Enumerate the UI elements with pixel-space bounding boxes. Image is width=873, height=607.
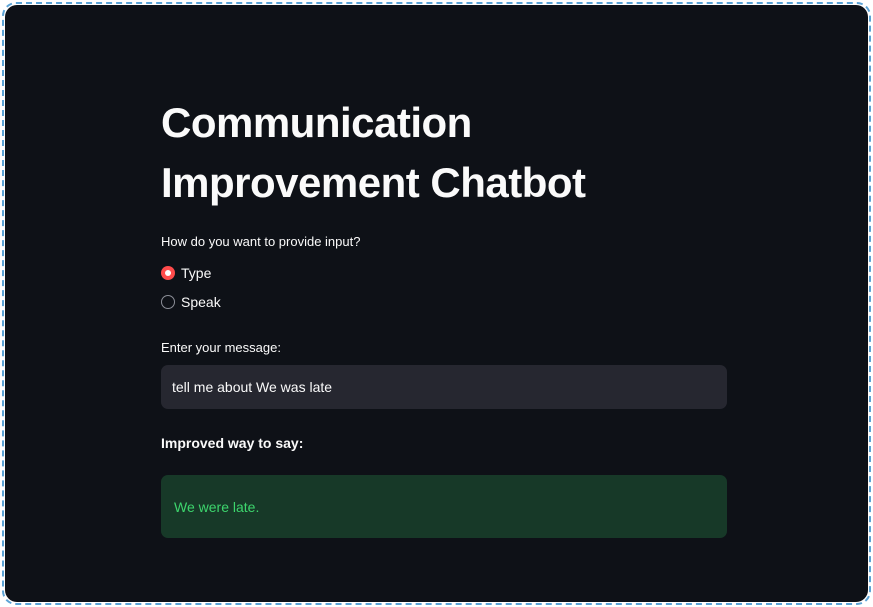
- input-mode-label: How do you want to provide input?: [161, 234, 361, 249]
- page-title: Communication Improvement Chatbot: [161, 99, 586, 206]
- app-container: Communication Improvement Chatbot How do…: [5, 5, 868, 602]
- radio-unselected-icon[interactable]: [161, 295, 175, 309]
- radio-option-label: Speak: [181, 294, 221, 310]
- improved-text: We were late.: [174, 498, 260, 515]
- radio-option-label: Type: [181, 265, 212, 281]
- success-alert: We were late.: [161, 475, 727, 538]
- radio-option-type[interactable]: Type: [161, 263, 211, 283]
- message-input-label: Enter your message:: [161, 340, 281, 355]
- radio-option-speak[interactable]: Speak: [161, 292, 221, 312]
- message-input[interactable]: [161, 365, 727, 409]
- radio-selected-icon[interactable]: [161, 266, 175, 280]
- improved-heading: Improved way to say:: [161, 435, 304, 451]
